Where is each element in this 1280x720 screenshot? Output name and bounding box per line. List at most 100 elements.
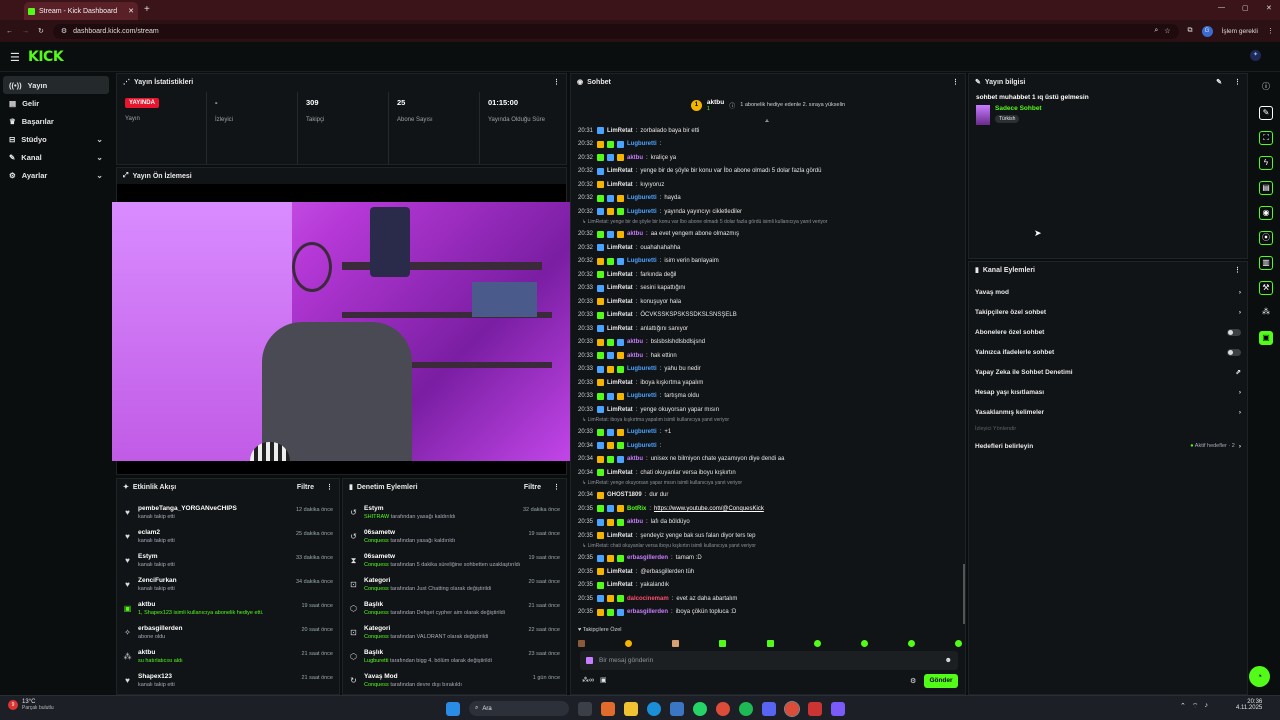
chat-bubble-icon[interactable]: ◉	[1259, 206, 1273, 220]
emote-icon[interactable]	[860, 639, 868, 647]
extensions-icon[interactable]: ⧉	[1188, 27, 1193, 35]
chrome-active-icon[interactable]	[784, 700, 800, 717]
reload-icon[interactable]: ↻	[38, 27, 44, 35]
more-options-icon[interactable]: ⋮	[553, 483, 560, 491]
chat-message[interactable]: 20:32 Lugburetti:	[574, 138, 964, 152]
sub-leaderboard[interactable]: 1 aktbu 1 ⓘ 1 abonelik hediye edenle 2. s…	[571, 91, 965, 119]
chat-message[interactable]: 20:34 GHOST1809: dur dur	[574, 489, 964, 503]
pending-action-button[interactable]: İşlem gerekli	[1222, 28, 1258, 35]
volume-icon[interactable]: ♪	[1204, 702, 1208, 711]
chat-message[interactable]: 20:33 aktbu: bslsbslshdlsbdlsjsnd	[574, 336, 964, 350]
document-icon[interactable]: ▤	[1259, 181, 1273, 195]
chat-username[interactable]: LimRetat	[607, 285, 633, 291]
more-options-icon[interactable]: ⋮	[952, 78, 959, 86]
filter-button[interactable]: Filtre	[524, 484, 541, 491]
tools-icon[interactable]: ⁂∞	[582, 676, 594, 684]
chat-username[interactable]: erbasgillerden	[627, 609, 668, 615]
windows-start-icon[interactable]	[446, 701, 460, 716]
emote-icon[interactable]	[955, 639, 962, 647]
subscribers-only-toggle[interactable]	[1227, 328, 1241, 336]
chat-username[interactable]: Lugburetti	[627, 195, 657, 201]
chat-message[interactable]: 20:33 LimRetat: ÖCVKSSKSPSKSSDKSLSNSŞELB	[574, 309, 964, 323]
chat-message[interactable]: 20:35 erbasgillerden: tamam :D	[574, 552, 964, 566]
emote-icon[interactable]	[719, 639, 727, 647]
chat-message[interactable]: 20:35LimRetat:yapın yapın lütfen	[574, 619, 964, 622]
chat-username[interactable]: Lugburetti	[627, 393, 657, 399]
chat-message[interactable]: 20:33 Lugburetti: tartışma oldu	[574, 390, 964, 404]
chat-message[interactable]: 20:32 LimRetat: farkında değil	[574, 268, 964, 282]
chat-message[interactable]: 20:34 LimRetat: chati okuyanlar versa iboy…	[574, 466, 964, 480]
chat-username[interactable]: LimRetat	[607, 326, 633, 332]
chat-message[interactable]: 20:32 aktbu: kraliçe ya	[574, 151, 964, 165]
profile-avatar[interactable]: G	[1201, 25, 1213, 37]
pencil-icon[interactable]: ✎	[1259, 106, 1273, 120]
chat-message[interactable]: 20:32 aktbu: aa evet yengem abone olmazmış	[574, 228, 964, 242]
more-options-icon[interactable]: ⋮	[326, 483, 333, 491]
site-info-icon[interactable]: ⚙	[61, 27, 67, 35]
forward-icon[interactable]: →	[22, 28, 29, 35]
chat-message[interactable]: 20:34 Lugburetti:	[574, 439, 964, 453]
emote-only-toggle[interactable]	[1227, 348, 1241, 356]
back-icon[interactable]: ←	[6, 28, 13, 35]
calendar-icon[interactable]: ▣	[600, 676, 607, 684]
sidebar-item-basarilar[interactable]: ♛ Başarılar	[3, 112, 109, 130]
chat-username[interactable]: LimRetat	[607, 582, 633, 588]
expand-icon[interactable]: ⛶	[1259, 131, 1273, 145]
broadcast-icon[interactable]: ⦿	[1259, 231, 1273, 245]
send-button[interactable]: Gönder	[924, 674, 958, 688]
filter-button[interactable]: Filtre	[297, 484, 314, 491]
chat-message[interactable]: 20:32 Lugburetti: hayda	[574, 192, 964, 206]
chat-message[interactable]: 20:35 dalcocinemam: evet az daha abartalım	[574, 592, 964, 606]
task-view-icon[interactable]	[578, 701, 592, 716]
chat-message[interactable]: 20:35 LimRetat: şendeyiz yenge bak sus fal…	[574, 529, 964, 543]
chat-username[interactable]: Lugburetti	[627, 443, 657, 449]
more-options-icon[interactable]: ⋮	[1234, 266, 1241, 274]
chat-username[interactable]: Lugburetti	[627, 141, 657, 147]
chat-input[interactable]: Bir mesaj gönderin ☻	[580, 651, 958, 670]
window-close-icon[interactable]: ✕	[1266, 4, 1272, 12]
chat-username[interactable]: LimRetat	[607, 128, 633, 134]
browser-menu-icon[interactable]: ⋮	[1267, 27, 1274, 35]
copilot-icon[interactable]	[601, 701, 615, 716]
spotify-icon[interactable]	[739, 701, 753, 716]
followers-only-row[interactable]: Takipçilere özel sohbet ›	[969, 302, 1247, 322]
share-icon[interactable]: ⁂	[1259, 306, 1273, 320]
chat-message[interactable]: 20:33 aktbu: hak ettinn	[574, 349, 964, 363]
sidebar-item-yayin[interactable]: ((•)) Yayın	[3, 76, 109, 94]
chat-username[interactable]: LimRetat	[607, 312, 633, 318]
chat-message[interactable]: 20:32 LimRetat: ouahahahahha	[574, 241, 964, 255]
app-icon[interactable]	[831, 701, 845, 716]
url-field[interactable]: ⚙ dashboard.kick.com/stream ⌕ ☆	[52, 23, 1179, 39]
chat-message[interactable]: 20:32 LimRetat: kıyıyoruz	[574, 178, 964, 192]
chat-username[interactable]: LimRetat	[607, 272, 633, 278]
chat-username[interactable]: erbasgillerden	[627, 555, 668, 561]
clock[interactable]: 20:36 4.11.2025	[1236, 699, 1262, 711]
emote-icon[interactable]	[813, 639, 821, 647]
chat-messages[interactable]: 20:31 LimRetat: zorbalado baya bir etti 20:…	[574, 124, 964, 622]
chat-message[interactable]: 20:35 LimRetat: @erbasgillerden tüh	[574, 565, 964, 579]
chat-username[interactable]: dalcocinemam	[627, 596, 669, 602]
sidebar-item-studyo[interactable]: ⊟ Stüdyo ⌄	[3, 130, 109, 148]
chat-message[interactable]: 20:34 aktbu: unisex ne bilmiyon chate yaza…	[574, 453, 964, 467]
emote-icon[interactable]	[578, 639, 585, 647]
chat-username[interactable]: aktbu	[627, 231, 643, 237]
discord-icon[interactable]	[762, 701, 776, 716]
chat-message[interactable]: 20:33 Lugburetti: yahu bu nedir	[574, 363, 964, 377]
more-options-icon[interactable]: ⋮	[553, 78, 560, 86]
taskbar-search[interactable]: ⌕ Ara	[469, 701, 569, 716]
chat-username[interactable]: LimRetat	[607, 168, 633, 174]
browser-tab[interactable]: Stream - Kick Dashboard ✕	[24, 2, 138, 20]
chat-message[interactable]: 20:33 LimRetat: iboya kışkırtma yapalım	[574, 376, 964, 390]
chat-username[interactable]: LimRetat	[607, 569, 633, 575]
app-icon[interactable]	[808, 701, 822, 716]
chat-username[interactable]: Lugburetti	[627, 209, 657, 215]
file-explorer-icon[interactable]	[624, 701, 638, 716]
lightning-icon[interactable]: ϟ	[1259, 156, 1273, 170]
chat-username[interactable]: LimRetat	[607, 470, 633, 476]
chat-message[interactable]: 20:35 erbasgillerden: iboya çökün topluca …	[574, 606, 964, 620]
wrench-icon[interactable]: ⚒	[1259, 281, 1273, 295]
emoji-icon[interactable]: ☻	[945, 657, 952, 664]
account-age-row[interactable]: Hesap yaşı kısıtlaması ›	[969, 382, 1247, 402]
chat-message[interactable]: 20:33 LimRetat: konuşuyor hala	[574, 295, 964, 309]
more-options-icon[interactable]: ⋮	[1234, 78, 1241, 86]
